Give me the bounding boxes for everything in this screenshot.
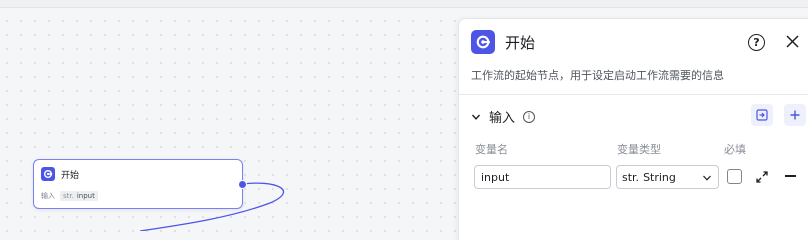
column-header-type: 变量类型 — [617, 143, 661, 156]
start-node-input-label: 输入 — [41, 192, 55, 200]
start-node-header: 开始 — [41, 167, 79, 181]
chevron-down-icon — [703, 175, 711, 181]
expand-icon[interactable] — [755, 170, 769, 184]
start-icon — [41, 167, 55, 181]
input-tag-type: str. — [63, 192, 74, 200]
plus-icon — [790, 110, 800, 120]
required-checkbox[interactable] — [727, 169, 742, 184]
panel-header: 开始 — [471, 30, 535, 54]
start-node-card[interactable]: 开始 输入 str. input — [33, 159, 247, 209]
variable-type-select[interactable]: str. String — [616, 165, 719, 189]
panel-description: 工作流的起始节点，用于设定启动工作流需要的信息 — [471, 69, 724, 82]
import-icon — [756, 109, 768, 121]
start-node-title: 开始 — [61, 170, 80, 181]
input-section-header[interactable]: 输入 i — [471, 107, 536, 126]
panel-title: 开始 — [505, 33, 536, 52]
start-icon — [471, 30, 495, 54]
input-tag-name: input — [76, 192, 95, 200]
panel-divider — [459, 94, 808, 95]
help-icon[interactable]: ? — [748, 34, 765, 51]
chevron-down-icon[interactable] — [471, 112, 481, 122]
start-node-output-port[interactable] — [238, 180, 247, 189]
input-section-title: 输入 — [489, 111, 516, 126]
import-button[interactable] — [751, 104, 773, 126]
node-settings-panel: 开始 ? 工作流的起始节点，用于设定启动工作流需要的信息 输入 i 变量名 变量… — [458, 18, 808, 240]
column-header-required: 必填 — [724, 143, 746, 156]
start-node-input-row: 输入 str. input — [41, 191, 98, 201]
minus-icon — [785, 175, 796, 177]
close-icon[interactable] — [783, 32, 801, 50]
type-prefix: str. — [622, 170, 640, 184]
column-header-name: 变量名 — [475, 143, 508, 156]
variable-name-input[interactable] — [474, 165, 611, 189]
info-icon[interactable]: i — [523, 110, 536, 123]
start-node-input-tag: str. input — [60, 191, 98, 201]
add-variable-button[interactable] — [784, 104, 806, 126]
type-value: String — [643, 170, 676, 184]
remove-variable-button[interactable] — [785, 169, 797, 183]
